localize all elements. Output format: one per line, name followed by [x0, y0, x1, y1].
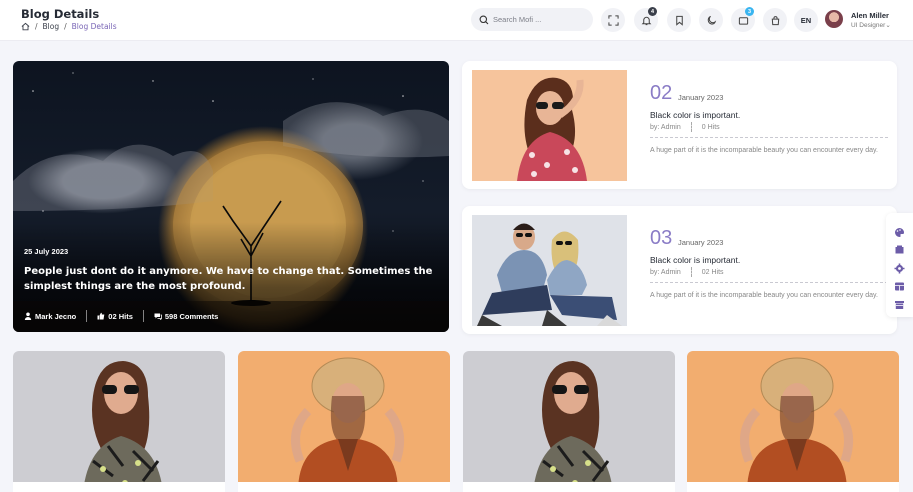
search-input[interactable] [493, 15, 583, 24]
post-title[interactable]: Black color is important. [650, 255, 740, 265]
post-hits: 0 Hits [701, 123, 720, 131]
post-meta: by: Admin 0 Hits [650, 122, 720, 132]
featured-hits-label: 02 Hits [108, 311, 133, 321]
breadcrumb-separator: / [35, 22, 38, 31]
featured-hits: 02 Hits [97, 312, 133, 321]
card-footer [13, 482, 225, 492]
featured-comments-label: 598 Comments [164, 311, 219, 321]
featured-comments: 598 Comments [154, 312, 218, 321]
user-icon [24, 312, 32, 320]
breadcrumb-blog[interactable]: Blog [43, 22, 60, 31]
top-bar: Blog Details / Blog / Blog Details 4 3 E… [0, 0, 913, 41]
bag-icon [771, 15, 779, 25]
user-name[interactable]: Alen Miller [851, 11, 889, 20]
featured-author: Mark Jecno [24, 312, 76, 321]
comments-icon [154, 313, 162, 320]
post-description: A huge part of it is the incomparable be… [650, 292, 878, 299]
post-meta: by: Admin 02 Hits [650, 267, 724, 277]
thumbs-up-icon [97, 312, 105, 320]
language-button[interactable]: EN [794, 8, 818, 32]
post-number: 02 [650, 82, 673, 104]
featured-author-label: Mark Jecno [35, 311, 77, 321]
meta-divider [690, 122, 692, 132]
blog-post-card[interactable]: 03 January 2023 Black color is important… [462, 206, 897, 334]
customizer-toolbar [886, 213, 913, 317]
blog-grid-card[interactable] [238, 351, 450, 492]
post-image [472, 215, 627, 326]
post-title[interactable]: Black color is important. [650, 110, 740, 120]
breadcrumb: / Blog / Blog Details [21, 22, 117, 31]
search-box[interactable] [471, 8, 593, 31]
blog-grid-card[interactable] [687, 351, 899, 492]
palette-icon[interactable] [894, 223, 905, 237]
featured-post-card[interactable]: 25 July 2023 People just dont do it anym… [13, 61, 449, 332]
home-icon[interactable] [21, 22, 30, 31]
notification-button[interactable]: 4 [634, 7, 658, 32]
bookmark-button[interactable] [667, 8, 691, 32]
meta-divider [142, 310, 144, 322]
post-author: by: Admin [650, 268, 681, 276]
layers-icon[interactable] [894, 240, 905, 254]
bookmark-icon [675, 15, 683, 26]
moon-icon [707, 15, 716, 25]
post-image [238, 351, 450, 492]
store-icon[interactable] [894, 295, 905, 309]
post-description: A huge part of it is the incomparable be… [650, 147, 878, 154]
chevron-down-icon: ⌄ [885, 22, 891, 29]
fullscreen-icon [607, 14, 619, 26]
post-date: January 2023 [678, 238, 724, 247]
post-hits: 02 Hits [701, 268, 724, 276]
post-number: 03 [650, 227, 673, 249]
post-image [687, 351, 899, 492]
featured-date: 25 July 2023 [24, 247, 69, 256]
meta-divider [690, 267, 692, 277]
user-role-label: UI Designer [851, 22, 886, 29]
divider [650, 282, 888, 283]
breadcrumb-separator: / [64, 22, 67, 31]
card-footer [463, 482, 675, 492]
divider [650, 137, 888, 138]
messages-button[interactable]: 3 [731, 7, 755, 32]
post-author: by: Admin [650, 123, 681, 131]
fullscreen-button[interactable] [601, 8, 625, 32]
notification-badge: 4 [648, 7, 657, 16]
user-role[interactable]: UI Designer⌄ [851, 21, 891, 29]
language-label: EN [800, 15, 812, 25]
gear-icon[interactable] [894, 259, 905, 274]
dark-mode-button[interactable] [699, 8, 723, 32]
blog-grid-card[interactable] [463, 351, 675, 492]
cart-button[interactable] [763, 8, 787, 32]
layout-icon[interactable] [894, 277, 905, 291]
message-icon [738, 16, 748, 25]
card-footer [687, 482, 899, 492]
cart-badge: 3 [745, 7, 754, 16]
blog-grid-card[interactable] [13, 351, 225, 492]
post-date: January 2023 [678, 93, 724, 102]
featured-title[interactable]: People just dont do it anymore. We have … [24, 264, 444, 294]
featured-meta: Mark Jecno 02 Hits 598 Comments [24, 310, 218, 322]
post-image [463, 351, 675, 492]
card-footer [238, 482, 450, 492]
blog-post-card[interactable]: 02 January 2023 Black color is important… [462, 61, 897, 189]
page-title: Blog Details [21, 7, 100, 21]
meta-divider [86, 310, 88, 322]
bell-icon [641, 16, 651, 25]
avatar[interactable] [825, 10, 843, 28]
post-image [472, 70, 627, 181]
breadcrumb-current: Blog Details [71, 22, 117, 31]
post-image [13, 351, 225, 492]
search-icon [479, 15, 489, 24]
